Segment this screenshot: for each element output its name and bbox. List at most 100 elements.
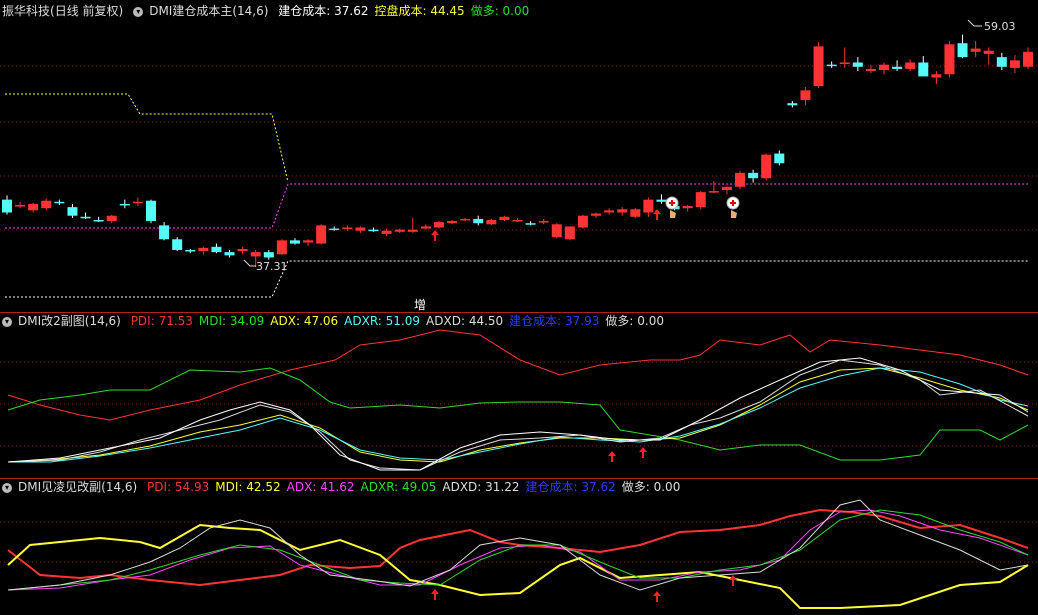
plus-hand-icon bbox=[670, 210, 676, 218]
candle bbox=[250, 252, 261, 257]
candle bbox=[591, 213, 602, 216]
candle bbox=[172, 239, 183, 250]
candle bbox=[159, 225, 170, 240]
adxd-line bbox=[7, 359, 1029, 471]
candle bbox=[119, 203, 130, 206]
candle bbox=[407, 229, 418, 232]
candle bbox=[54, 201, 65, 204]
buy-arrow-icon bbox=[729, 575, 737, 586]
candle bbox=[198, 247, 209, 252]
pdi-line bbox=[7, 329, 1029, 421]
candle bbox=[617, 209, 628, 213]
candle bbox=[695, 192, 706, 208]
candle bbox=[473, 218, 484, 224]
candle bbox=[447, 221, 458, 224]
candle bbox=[551, 224, 562, 238]
buy-arrow-icon bbox=[431, 230, 439, 241]
candle bbox=[303, 240, 314, 243]
candle bbox=[774, 153, 785, 164]
plus-hand-icon bbox=[731, 210, 737, 218]
candle bbox=[970, 48, 981, 52]
adxr-line bbox=[8, 367, 1029, 463]
candle bbox=[80, 216, 91, 219]
candle bbox=[486, 220, 497, 225]
candle bbox=[224, 252, 235, 256]
candle bbox=[708, 191, 719, 193]
candle bbox=[1009, 60, 1020, 68]
candle bbox=[931, 74, 942, 78]
buy-arrow-icon bbox=[608, 451, 616, 462]
candle bbox=[276, 240, 287, 255]
adx-line bbox=[7, 367, 1029, 463]
candle bbox=[420, 226, 431, 229]
candle bbox=[15, 205, 26, 207]
candle bbox=[879, 64, 890, 70]
candle bbox=[106, 215, 117, 222]
candle bbox=[944, 44, 955, 75]
candle bbox=[564, 226, 575, 240]
high-pointer bbox=[967, 19, 982, 27]
candle bbox=[748, 172, 759, 179]
candle bbox=[865, 68, 876, 72]
buy-arrow-icon bbox=[653, 209, 661, 220]
candle bbox=[67, 207, 78, 216]
candle bbox=[813, 46, 824, 87]
candle bbox=[433, 222, 444, 228]
zeng-marker: 增 bbox=[414, 298, 426, 312]
candle bbox=[1023, 51, 1033, 67]
candle bbox=[93, 220, 104, 222]
candle bbox=[735, 172, 746, 187]
candle bbox=[41, 200, 52, 209]
candle bbox=[355, 227, 366, 231]
high-price-label: 59.03 bbox=[984, 20, 1016, 33]
candle bbox=[525, 223, 536, 225]
candle bbox=[957, 43, 968, 58]
candle bbox=[342, 227, 353, 229]
candle bbox=[905, 62, 916, 69]
candle bbox=[577, 215, 588, 228]
candle bbox=[852, 62, 863, 67]
chart-area[interactable]: 59.03 37.31 增 bbox=[0, 0, 1038, 615]
buy-arrow-icon bbox=[653, 591, 661, 602]
candle bbox=[538, 221, 549, 223]
candle bbox=[145, 200, 156, 222]
low-price-label: 37.31 bbox=[256, 260, 288, 273]
candle bbox=[211, 246, 222, 253]
candle bbox=[329, 228, 340, 231]
adx-white-line bbox=[7, 357, 1029, 471]
candle bbox=[826, 64, 837, 67]
candle bbox=[316, 225, 327, 244]
candle bbox=[2, 199, 12, 213]
candle bbox=[132, 201, 143, 204]
candle bbox=[892, 66, 903, 69]
candle bbox=[656, 199, 667, 202]
candle bbox=[394, 229, 405, 232]
candle bbox=[643, 199, 654, 213]
candle bbox=[604, 210, 615, 213]
candle bbox=[983, 50, 994, 54]
candle bbox=[185, 250, 196, 252]
candle bbox=[28, 203, 39, 211]
upper-band bbox=[5, 93, 289, 183]
candle bbox=[460, 218, 471, 221]
candle bbox=[630, 209, 641, 217]
candle bbox=[237, 248, 248, 252]
candle bbox=[381, 230, 392, 234]
candle bbox=[761, 154, 772, 179]
candle bbox=[800, 90, 811, 100]
candle bbox=[289, 240, 300, 244]
candle bbox=[682, 206, 693, 209]
candle bbox=[787, 103, 798, 106]
candle bbox=[368, 229, 379, 232]
candle bbox=[996, 57, 1007, 67]
low-pointer bbox=[243, 259, 256, 267]
candle bbox=[512, 220, 523, 222]
build-cost-line bbox=[5, 260, 1028, 298]
candle bbox=[263, 252, 274, 258]
buy-arrow-icon bbox=[431, 589, 439, 600]
candle bbox=[721, 186, 732, 190]
candle bbox=[839, 62, 850, 64]
buy-arrow-icon bbox=[639, 447, 647, 458]
candle bbox=[499, 216, 510, 220]
candle bbox=[918, 62, 929, 77]
